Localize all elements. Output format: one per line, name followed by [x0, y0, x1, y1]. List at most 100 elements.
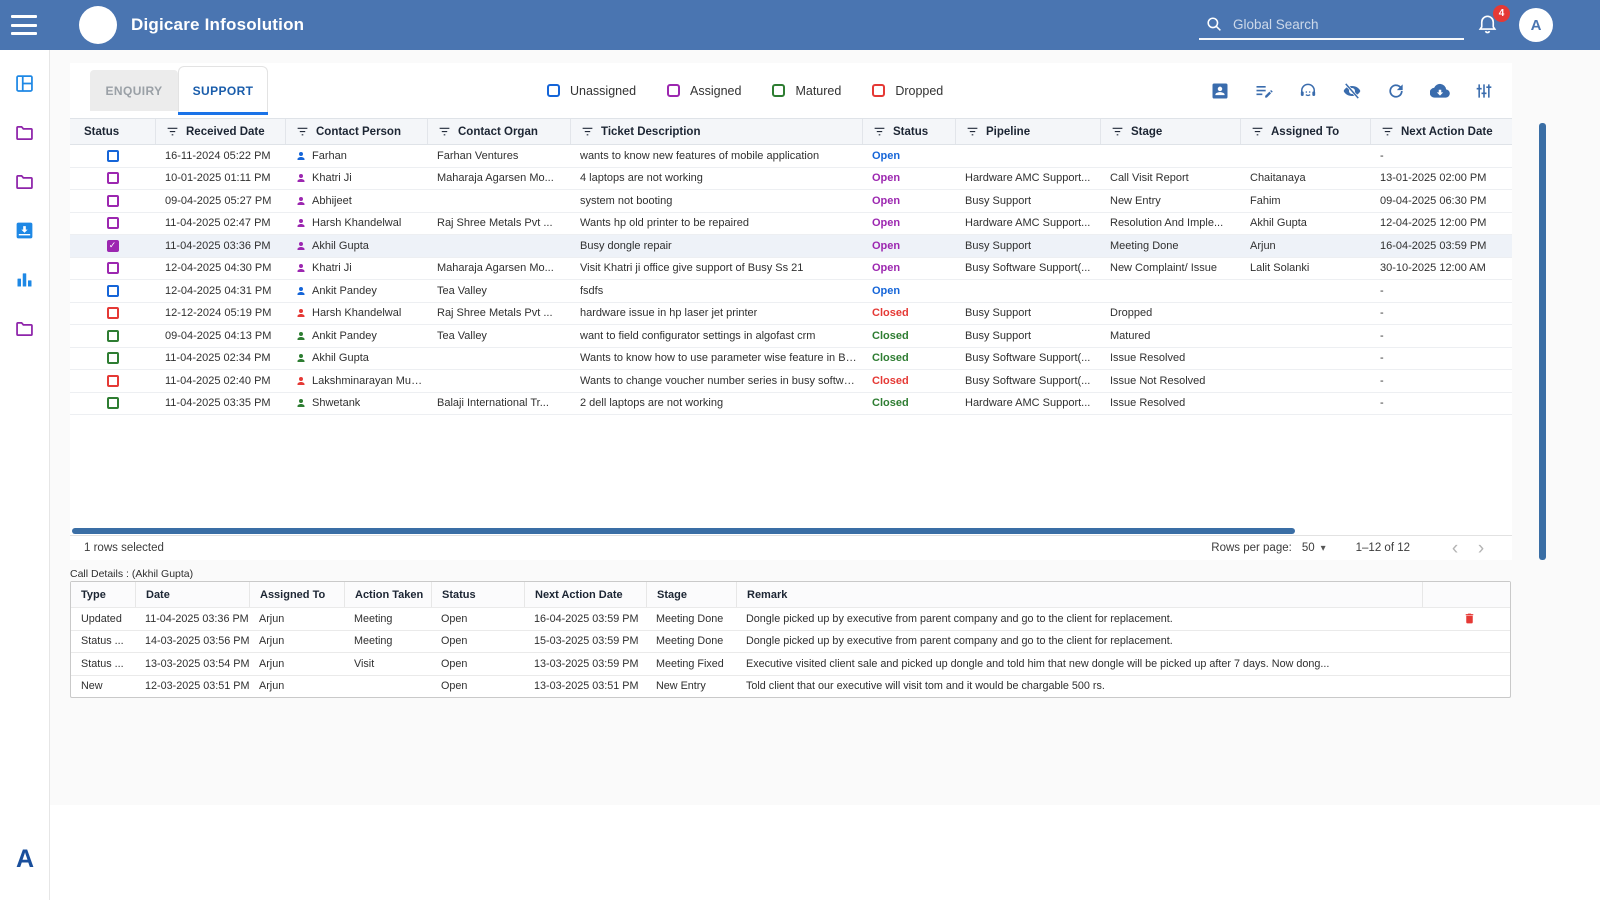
column-header[interactable]: Stage — [1100, 119, 1240, 144]
support-headset-icon[interactable] — [1298, 81, 1318, 101]
ticket-row[interactable]: ✓11-04-2025 03:36 PMAkhil GuptaBusy dong… — [70, 235, 1512, 258]
ticket-row[interactable]: 11-04-2025 02:47 PMHarsh KhandelwalRaj S… — [70, 213, 1512, 236]
hide-columns-icon[interactable] — [1342, 81, 1362, 101]
column-header[interactable]: Contact Organ — [427, 119, 570, 144]
next-page-button[interactable]: › — [1468, 539, 1494, 558]
edit-list-icon[interactable] — [1254, 81, 1274, 101]
ticket-status: Closed — [862, 325, 955, 347]
row-checkbox[interactable] — [107, 397, 119, 409]
filter-icon[interactable] — [166, 125, 179, 138]
call-status: Open — [431, 676, 524, 698]
row-checkbox[interactable] — [107, 375, 119, 387]
next-action-date: - — [1370, 145, 1512, 167]
column-header[interactable]: Contact Person — [285, 119, 427, 144]
column-header[interactable]: Received Date — [155, 119, 285, 144]
ticket-row[interactable]: 11-04-2025 03:35 PMShwetankBalaji Intern… — [70, 393, 1512, 416]
sidebar-item[interactable] — [14, 220, 35, 241]
call-actions — [1422, 631, 1510, 653]
ticket-row[interactable]: 12-12-2024 05:19 PMHarsh KhandelwalRaj S… — [70, 303, 1512, 326]
tab-enquiry[interactable]: ENQUIRY — [90, 70, 178, 111]
sidebar-item[interactable] — [14, 122, 35, 143]
ticket-row[interactable]: 09-04-2025 04:13 PMAnkit PandeyTea Valle… — [70, 325, 1512, 348]
ticket-row[interactable]: 12-04-2025 04:31 PMAnkit PandeyTea Valle… — [70, 280, 1512, 303]
row-checkbox[interactable] — [107, 330, 119, 342]
sidebar-item[interactable] — [14, 269, 35, 290]
ticket-row[interactable]: 16-11-2024 05:22 PMFarhanFarhan Ventures… — [70, 145, 1512, 168]
ticket-row[interactable]: 11-04-2025 02:40 PMLakshminarayan Mutusw… — [70, 370, 1512, 393]
contact-organization — [427, 190, 570, 212]
column-header[interactable]: Ticket Description — [570, 119, 862, 144]
notifications-button[interactable]: 4 — [1476, 12, 1502, 38]
row-checkbox[interactable] — [107, 262, 119, 274]
global-search-box[interactable] — [1199, 10, 1464, 40]
column-header[interactable]: Assigned To — [1240, 119, 1370, 144]
legend-unassigned[interactable]: Unassigned — [547, 84, 636, 98]
next-action-date: - — [1370, 370, 1512, 392]
menu-icon[interactable] — [11, 15, 37, 35]
contact-card-icon[interactable] — [1210, 81, 1230, 101]
pipeline: Busy Support — [955, 303, 1100, 325]
ticket-row[interactable]: 12-04-2025 04:30 PMKhatri JiMaharaja Aga… — [70, 258, 1512, 281]
row-checkbox[interactable] — [107, 307, 119, 319]
filter-icon[interactable] — [1251, 125, 1264, 138]
call-detail-row[interactable]: Status ...13-03-2025 03:54 PMArjunVisitO… — [71, 652, 1510, 675]
filter-icon[interactable] — [873, 125, 886, 138]
ticket-row[interactable]: 10-01-2025 01:11 PMKhatri JiMaharaja Aga… — [70, 168, 1512, 191]
vertical-scrollbar[interactable] — [1539, 123, 1546, 560]
prev-page-button[interactable]: ‹ — [1442, 539, 1468, 558]
filter-icon[interactable] — [1381, 125, 1394, 138]
filter-settings-icon[interactable] — [1474, 81, 1494, 101]
filter-icon[interactable] — [581, 125, 594, 138]
column-header[interactable]: Pipeline — [955, 119, 1100, 144]
horizontal-scrollbar[interactable] — [72, 528, 1295, 534]
call-actions — [1422, 676, 1510, 698]
row-checkbox[interactable] — [107, 195, 119, 207]
checkbox-icon[interactable] — [772, 84, 785, 97]
call-type: Status ... — [71, 631, 135, 653]
next-action-date: 30-10-2025 12:00 AM — [1370, 258, 1512, 280]
person-icon — [295, 330, 307, 342]
row-checkbox[interactable] — [107, 352, 119, 364]
user-avatar[interactable]: A — [1519, 8, 1553, 42]
received-date: 09-04-2025 04:13 PM — [155, 325, 285, 347]
call-detail-row[interactable]: Status ...14-03-2025 03:56 PMArjunMeetin… — [71, 630, 1510, 653]
call-detail-row[interactable]: New12-03-2025 03:51 PMArjunOpen13-03-202… — [71, 675, 1510, 698]
checkbox-icon[interactable] — [667, 84, 680, 97]
next-action-date: 09-04-2025 06:30 PM — [1370, 190, 1512, 212]
delete-icon[interactable] — [1463, 612, 1476, 625]
row-checkbox[interactable] — [107, 172, 119, 184]
ticket-row[interactable]: 11-04-2025 02:34 PMAkhil GuptaWants to k… — [70, 348, 1512, 371]
rows-per-page-select[interactable]: 50 ▾ — [1302, 542, 1326, 554]
sidebar-item[interactable] — [14, 318, 35, 339]
filter-icon[interactable] — [1111, 125, 1124, 138]
legend-assigned[interactable]: Assigned — [667, 84, 741, 98]
row-checkbox[interactable] — [107, 285, 119, 297]
row-checkbox[interactable] — [107, 217, 119, 229]
contact-person: Ankit Pandey — [285, 325, 427, 347]
column-header[interactable]: Next Action Date — [1370, 119, 1512, 144]
legend-dropped[interactable]: Dropped — [872, 84, 943, 98]
filter-icon[interactable] — [296, 125, 309, 138]
sidebar-item[interactable] — [14, 171, 35, 192]
call-detail-row[interactable]: Updated11-04-2025 03:36 PMArjunMeetingOp… — [71, 607, 1510, 630]
sidebar-item[interactable] — [14, 73, 35, 94]
stage: Issue Resolved — [1100, 393, 1240, 415]
row-checkbox[interactable] — [107, 150, 119, 162]
checkbox-icon[interactable] — [872, 84, 885, 97]
legend-label: Dropped — [895, 84, 943, 98]
column-header[interactable]: Status — [862, 119, 955, 144]
refresh-icon[interactable] — [1386, 81, 1406, 101]
checkbox-icon[interactable] — [547, 84, 560, 97]
column-header[interactable]: Status — [70, 119, 155, 144]
ticket-status: Open — [862, 168, 955, 190]
row-checkbox[interactable]: ✓ — [107, 240, 119, 252]
search-input[interactable] — [1233, 17, 1433, 32]
tab-support[interactable]: SUPPORT — [178, 66, 268, 115]
cloud-download-icon[interactable] — [1430, 81, 1450, 101]
call-date: 13-03-2025 03:54 PM — [135, 653, 249, 675]
ticket-row[interactable]: 09-04-2025 05:27 PMAbhijeetsystem not bo… — [70, 190, 1512, 213]
filter-icon[interactable] — [438, 125, 451, 138]
detail-column-header: Type — [71, 582, 135, 607]
filter-icon[interactable] — [966, 125, 979, 138]
legend-matured[interactable]: Matured — [772, 84, 841, 98]
